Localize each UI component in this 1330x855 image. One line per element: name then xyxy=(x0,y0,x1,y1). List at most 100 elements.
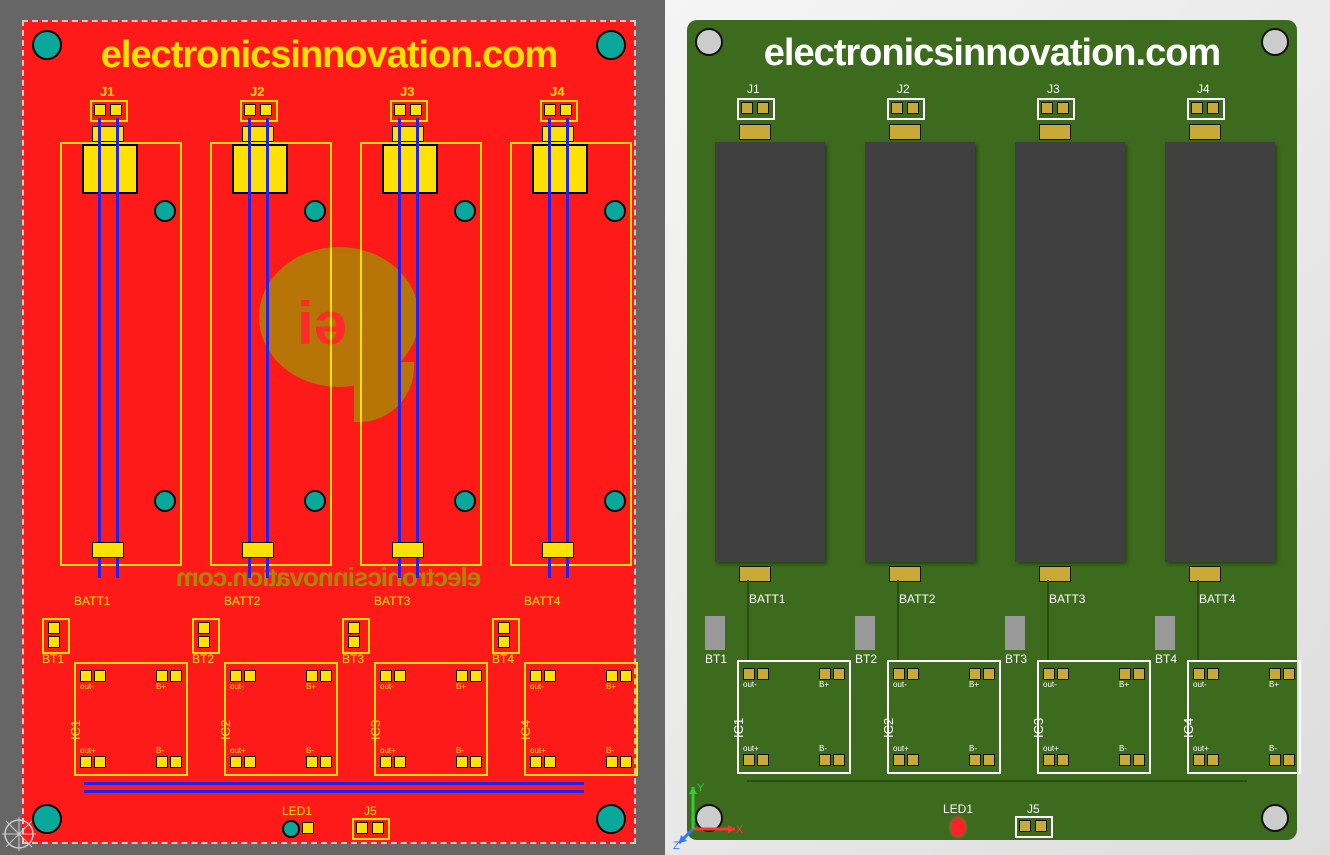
conn-label: J2 xyxy=(897,82,910,96)
pin-label: B- xyxy=(1119,744,1127,753)
led-label: LED1 xyxy=(943,802,973,816)
battery-3d-icon xyxy=(715,142,825,562)
pad-icon xyxy=(606,756,618,768)
pad-icon xyxy=(983,754,995,766)
pad-icon xyxy=(1057,668,1069,680)
via-icon xyxy=(304,490,326,512)
pin-label: B- xyxy=(819,744,827,753)
pad-icon xyxy=(470,756,482,768)
pad-icon xyxy=(306,670,318,682)
pad-icon xyxy=(1207,668,1219,680)
pad-icon xyxy=(244,104,256,116)
pin-label: B+ xyxy=(156,682,166,691)
led-3d-icon xyxy=(951,818,965,836)
mount-hole-icon xyxy=(596,30,626,60)
pad-icon xyxy=(260,104,272,116)
mount-hole-icon xyxy=(1261,804,1289,832)
pin-label: B+ xyxy=(969,680,979,689)
pad-icon xyxy=(356,822,368,834)
pad-icon xyxy=(542,126,574,142)
bt-chip-icon xyxy=(855,616,875,650)
pad-icon xyxy=(380,670,392,682)
ic-label: IC4 xyxy=(1181,718,1196,738)
trace xyxy=(248,118,251,578)
pin-label: out- xyxy=(893,680,907,689)
ic-label: IC3 xyxy=(368,720,383,740)
pad-icon xyxy=(380,756,392,768)
pad-icon xyxy=(542,542,574,558)
mount-hole-icon xyxy=(1261,28,1289,56)
trace xyxy=(84,782,584,785)
pad-icon xyxy=(544,756,556,768)
pad-icon xyxy=(983,668,995,680)
split-container: electronicsinnovation.com iə electronics… xyxy=(0,0,1330,855)
ic-label: IC2 xyxy=(218,720,233,740)
pad-icon xyxy=(244,756,256,768)
pcb-layout-panel: electronicsinnovation.com iə electronics… xyxy=(0,0,665,855)
brand-title-top: electronicsinnovation.com xyxy=(24,34,634,77)
pad-icon xyxy=(320,756,332,768)
pad-icon xyxy=(242,542,274,558)
pad-icon xyxy=(392,542,424,558)
pin-label: out+ xyxy=(893,744,909,753)
conn-label: J4 xyxy=(550,84,564,99)
pad-icon xyxy=(1269,754,1281,766)
trace xyxy=(98,118,101,578)
trace xyxy=(747,780,1247,782)
bt-label: BT4 xyxy=(492,652,514,666)
bt-chip-icon xyxy=(1155,616,1175,650)
bt-chip-icon xyxy=(705,616,725,650)
trace xyxy=(116,118,119,578)
pad-icon xyxy=(394,756,406,768)
pad-icon xyxy=(110,104,122,116)
pad-icon xyxy=(1269,668,1281,680)
batt-label: BATT2 xyxy=(224,594,260,608)
pad-icon xyxy=(306,756,318,768)
bt-label: BT1 xyxy=(42,652,64,666)
pad-icon xyxy=(891,102,903,114)
conn-label: J5 xyxy=(364,804,377,818)
pad-icon xyxy=(620,670,632,682)
pad-icon xyxy=(819,668,831,680)
batt-label: BATT3 xyxy=(1049,592,1085,606)
pad-icon xyxy=(1039,566,1071,582)
bt-label: BT3 xyxy=(1005,652,1027,666)
pad-icon xyxy=(348,636,360,648)
pin-label: B- xyxy=(156,746,164,755)
conn-label: J3 xyxy=(400,84,414,99)
pad-icon xyxy=(48,636,60,648)
bt-label: BT3 xyxy=(342,652,364,666)
pin-label: out+ xyxy=(743,744,759,753)
bt-chip-icon xyxy=(1005,616,1025,650)
pad-icon xyxy=(470,670,482,682)
pad-icon xyxy=(320,670,332,682)
mount-hole-icon xyxy=(695,28,723,56)
pad-icon xyxy=(544,670,556,682)
pad-icon xyxy=(560,104,572,116)
pad-icon xyxy=(1119,754,1131,766)
pin-label: out- xyxy=(1193,680,1207,689)
pad-icon xyxy=(244,670,256,682)
pin-label: B+ xyxy=(1269,680,1279,689)
pad-icon xyxy=(92,126,124,142)
battery-3d-icon xyxy=(865,142,975,562)
pin-label: out- xyxy=(80,682,94,691)
ic-label: IC3 xyxy=(1031,718,1046,738)
pin-label: B- xyxy=(456,746,464,755)
pad-icon xyxy=(1189,124,1221,140)
pad-icon xyxy=(48,622,60,634)
pin-label: B- xyxy=(306,746,314,755)
svg-text:Y: Y xyxy=(697,782,705,794)
pad-icon xyxy=(410,104,422,116)
pad-icon xyxy=(889,124,921,140)
pad-icon xyxy=(833,754,845,766)
pad-icon xyxy=(739,566,771,582)
pad-icon xyxy=(94,670,106,682)
pad-icon xyxy=(893,668,905,680)
pad-icon xyxy=(348,622,360,634)
ic-label: IC2 xyxy=(881,718,896,738)
pin-label: B- xyxy=(969,744,977,753)
pad-icon xyxy=(1207,102,1219,114)
pad-icon xyxy=(230,670,242,682)
pad-icon xyxy=(1133,668,1145,680)
